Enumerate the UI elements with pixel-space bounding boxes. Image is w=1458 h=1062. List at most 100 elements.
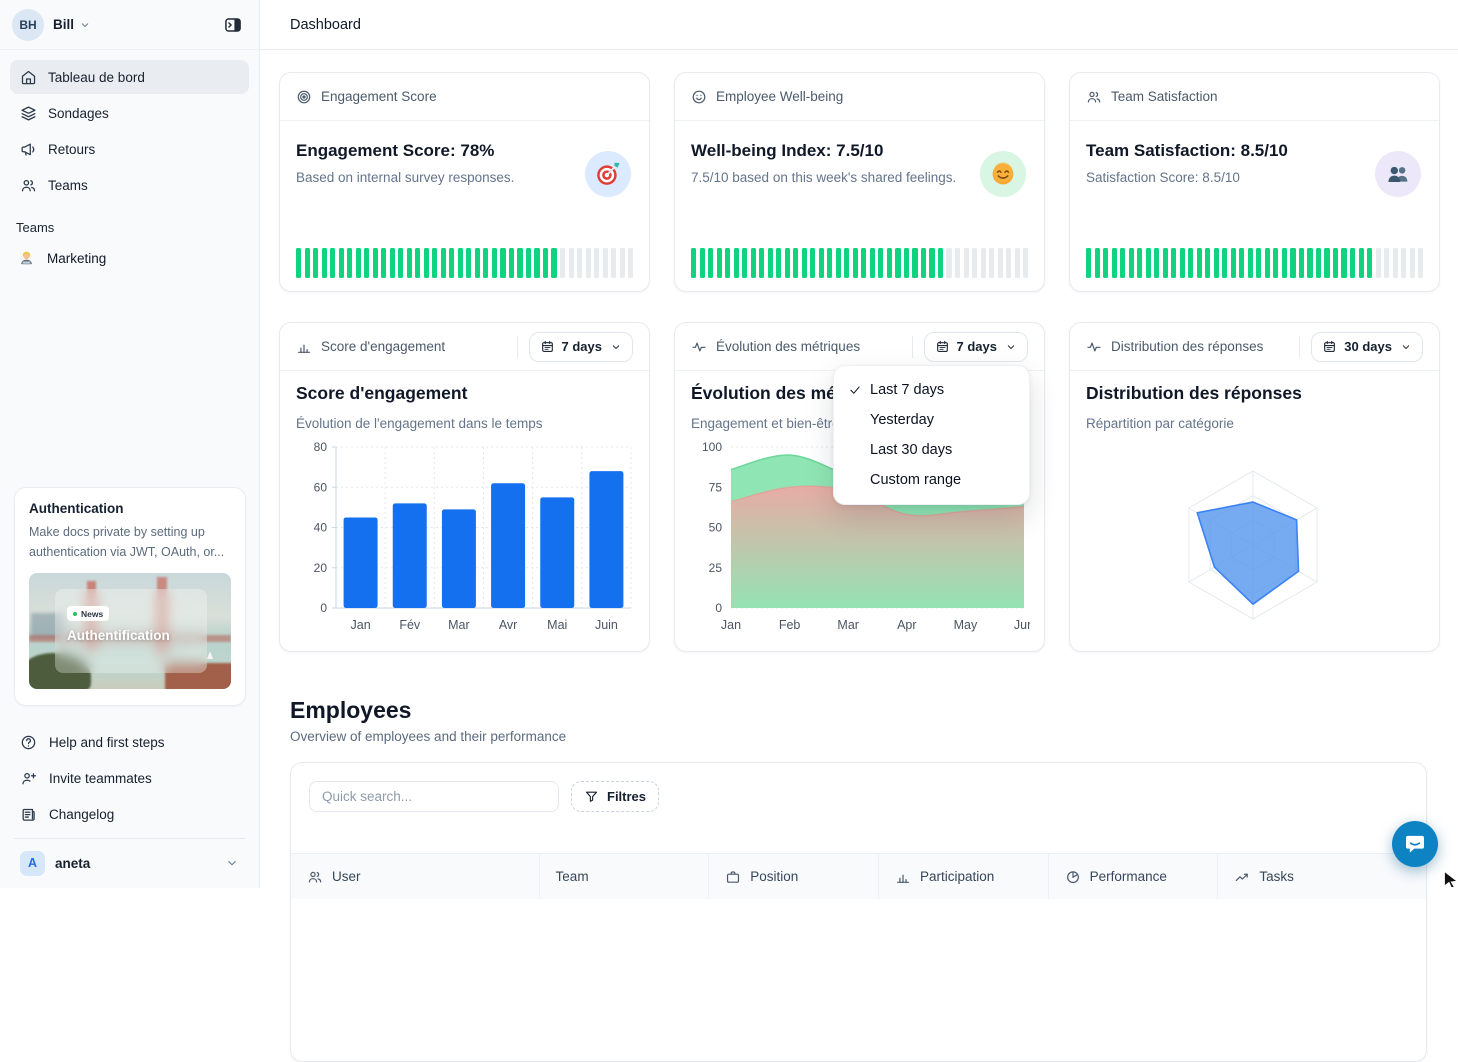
calendar-icon (1322, 339, 1337, 354)
divider (912, 336, 913, 358)
progress-segment (475, 248, 480, 278)
svg-text:100: 100 (702, 441, 722, 454)
svg-text:Avr: Avr (499, 618, 518, 632)
sidebar-item-surveys[interactable]: Sondages (10, 96, 249, 130)
menu-item-last-30-days[interactable]: Last 30 days (834, 435, 1029, 465)
range-selector-button[interactable]: 7 days (529, 332, 633, 362)
workspace-avatar[interactable]: BH (12, 9, 44, 41)
search-input[interactable] (309, 781, 559, 812)
progress-segment (1401, 248, 1406, 278)
promo-overlay-title: Authentification (67, 628, 195, 643)
team-label: Marketing (47, 251, 106, 266)
employees-table-card: Filtres UserTeamPosition Participation Per… (290, 762, 1427, 1062)
progress-segment (620, 248, 625, 278)
chevron-down-icon (225, 856, 239, 870)
range-selector-button[interactable]: 30 days (1311, 332, 1423, 362)
account-switcher[interactable]: A aneta (10, 845, 249, 881)
menu-item-custom-range[interactable]: Custom range (834, 465, 1029, 495)
sidebar-item-invite-teammates[interactable]: Invite teammates (10, 760, 249, 796)
column-header-user[interactable]: User (291, 854, 539, 899)
sidebar-footer: Help and first stepsInvite teammatesChan… (10, 724, 249, 832)
progress-segment (1418, 248, 1423, 278)
progress-segment (509, 248, 514, 278)
progress-segment (751, 248, 756, 278)
chat-launcher-button[interactable] (1392, 821, 1438, 867)
check-icon (848, 383, 870, 397)
chart-subtitle: Répartition par catégorie (1086, 416, 1234, 431)
progress-segment (526, 248, 531, 278)
progress-segment (415, 248, 420, 278)
progress-segment (1171, 248, 1176, 278)
progress-segment (1222, 248, 1227, 278)
page-title: Dashboard (290, 17, 361, 33)
chevron-down-icon (610, 341, 622, 353)
sidebar-team-marketing[interactable]: Marketing (10, 241, 249, 275)
progress-segment (1188, 248, 1193, 278)
changelog-icon (20, 806, 37, 823)
menu-item-last-7-days[interactable]: Last 7 days (834, 375, 1029, 405)
column-header-participation[interactable]: Participation (878, 854, 1048, 899)
progress-segment (449, 248, 454, 278)
column-header-tasks[interactable]: Tasks (1217, 854, 1426, 899)
progress-segment (1316, 248, 1321, 278)
svg-text:Feb: Feb (779, 618, 801, 632)
progress-segment (500, 248, 505, 278)
stat-subtitle: 7.5/10 based on this week's shared feeli… (691, 170, 956, 185)
promo-card-authentication[interactable]: Authentication Make docs private by sett… (14, 487, 246, 706)
progress-segment (1256, 248, 1261, 278)
workspace-name[interactable]: Bill (53, 17, 74, 32)
column-header-performance[interactable]: Performance (1048, 854, 1218, 899)
progress-segment (1095, 248, 1100, 278)
svg-text:Jan: Jan (351, 618, 371, 632)
progress-segment (1265, 248, 1270, 278)
progress-segment (1023, 248, 1028, 278)
progress-segment (734, 248, 739, 278)
users-icon (307, 869, 323, 885)
sidebar-item-label: Retours (48, 142, 95, 157)
progress-segment (895, 248, 900, 278)
column-header-team[interactable]: Team (539, 854, 709, 899)
menu-item-yesterday[interactable]: Yesterday (834, 405, 1029, 435)
trend-up-icon (1234, 869, 1250, 885)
progress-segment (844, 248, 849, 278)
progress-segment (347, 248, 352, 278)
column-label: Performance (1090, 869, 1167, 884)
news-badge: News (67, 606, 109, 621)
svg-text:Jun: Jun (1014, 618, 1030, 632)
sidebar-item-feedback[interactable]: Retours (10, 132, 249, 166)
main-content: Dashboard Engagement Score Engagement Sc… (260, 0, 1458, 888)
progress-segment (492, 248, 497, 278)
column-header-position[interactable]: Position (708, 854, 878, 899)
sidebar-item-teams[interactable]: Teams (10, 168, 249, 202)
column-label: Participation (920, 869, 994, 884)
progress-segment (407, 248, 412, 278)
progress-segment (878, 248, 883, 278)
progress-segment (305, 248, 310, 278)
layers-icon (20, 105, 37, 122)
user-plus-icon (20, 770, 37, 787)
progress-segment (1376, 248, 1381, 278)
progress-segment (543, 248, 548, 278)
sidebar-item-changelog[interactable]: Changelog (10, 796, 249, 832)
svg-text:Juin: Juin (595, 618, 618, 632)
progress-segment (517, 248, 522, 278)
employees-title: Employees (290, 697, 411, 724)
sidebar-item-dashboard[interactable]: Tableau de bord (10, 60, 249, 94)
progress-segment (904, 248, 909, 278)
progress-segment (1163, 248, 1168, 278)
progress-segment (1112, 248, 1117, 278)
menu-item-label: Custom range (870, 472, 961, 488)
stat-card-satisfaction: Team Satisfaction Team Satisfaction: 8.5… (1069, 72, 1440, 292)
sidebar-collapse-button[interactable] (219, 11, 247, 39)
sidebar-header: BH Bill (0, 0, 259, 50)
calendar-icon (540, 339, 555, 354)
progress-segment (759, 248, 764, 278)
sidebar-item-help-and-first-steps[interactable]: Help and first steps (10, 724, 249, 760)
progress-segment (836, 248, 841, 278)
filters-button[interactable]: Filtres (571, 781, 659, 812)
progress-segment (534, 248, 539, 278)
range-selector-button[interactable]: 7 days (924, 332, 1028, 362)
promo-image[interactable]: News Authentification (29, 573, 231, 689)
progress-segment (611, 248, 616, 278)
target-icon (296, 89, 312, 105)
